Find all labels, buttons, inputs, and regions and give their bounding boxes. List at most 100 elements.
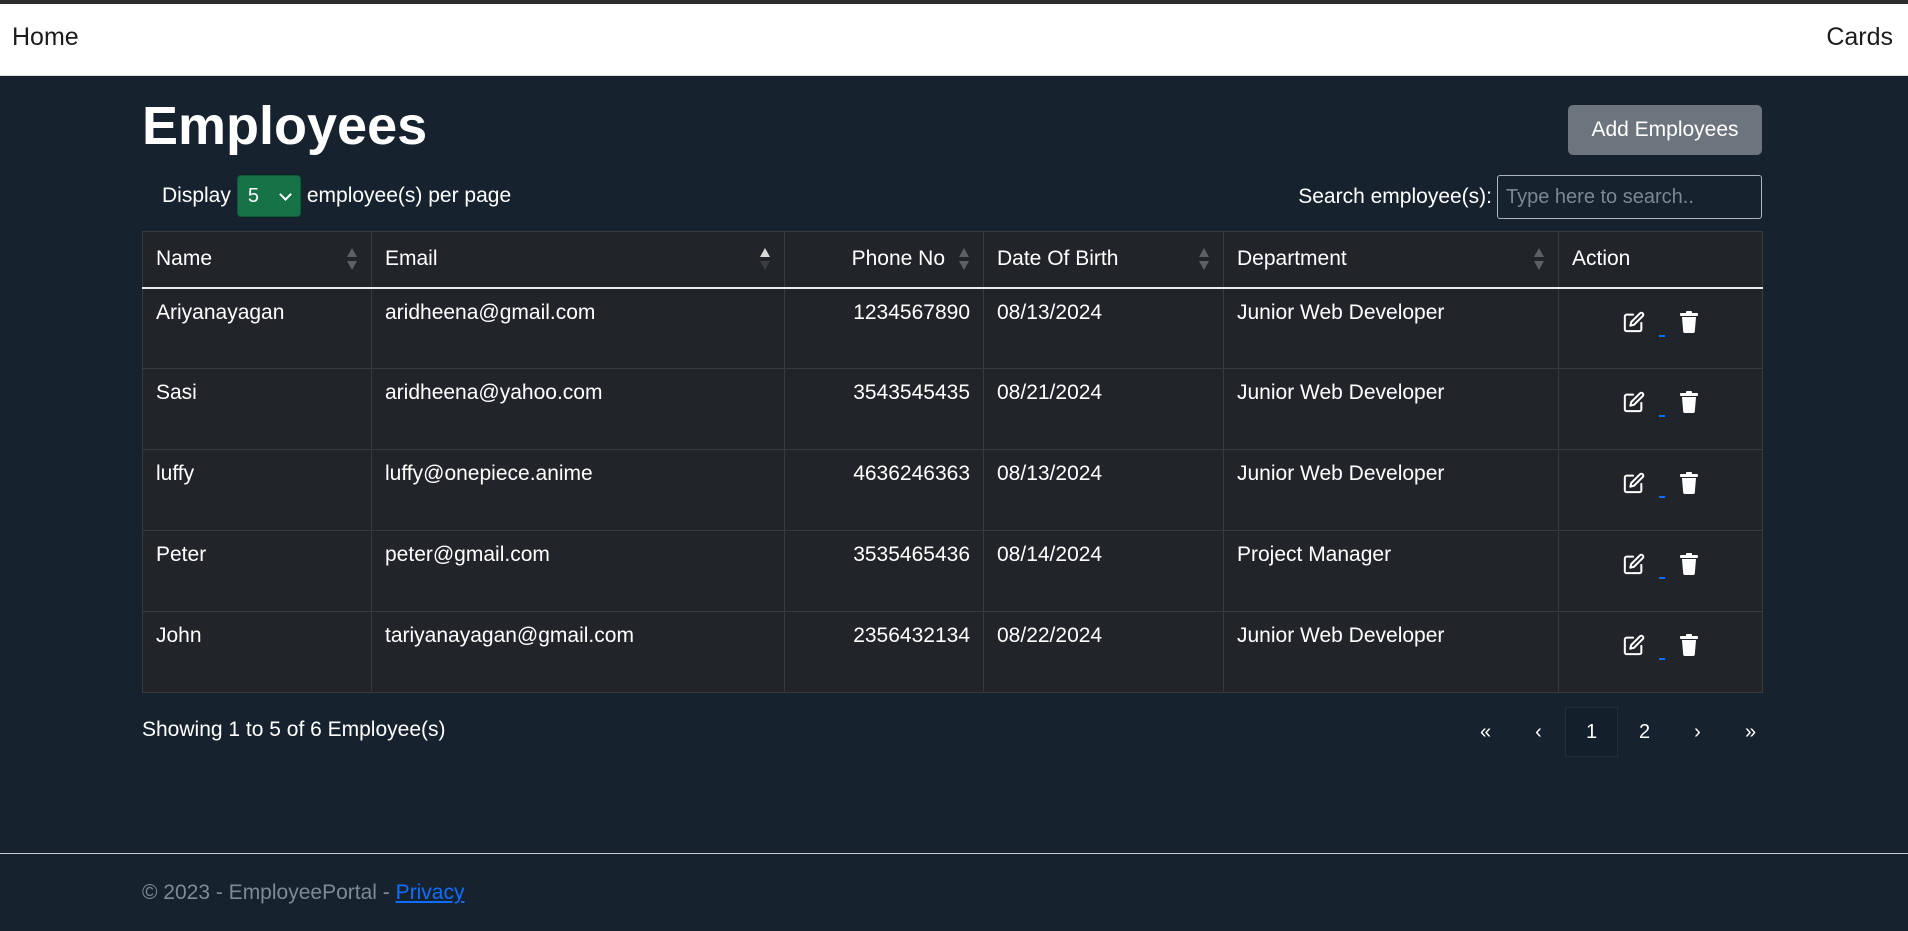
per-page-select[interactable]: 5	[236, 175, 301, 217]
link-underline	[1658, 658, 1665, 660]
row-actions	[1572, 624, 1749, 662]
table-row: Sasi aridheena@yahoo.com 3543545435 08/21/2…	[142, 368, 1763, 450]
pagination-page-2[interactable]: 2	[1618, 707, 1671, 757]
privacy-link[interactable]: Privacy	[396, 881, 465, 904]
search-input[interactable]	[1497, 175, 1762, 219]
cell-name: Peter	[142, 530, 372, 612]
cell-department: Junior Web Developer	[1223, 611, 1559, 693]
trash-icon	[1679, 391, 1699, 419]
edit-button[interactable]	[1623, 553, 1665, 581]
cell-name: luffy	[142, 449, 372, 531]
pagination-prev-button[interactable]: ‹	[1512, 707, 1565, 757]
delete-button[interactable]	[1679, 391, 1699, 419]
cell-actions	[1558, 287, 1763, 369]
row-actions	[1572, 381, 1749, 419]
cell-phone: 4636246363	[784, 449, 984, 531]
cell-actions	[1558, 530, 1763, 612]
column-header-label: Department	[1237, 247, 1347, 271]
cell-email: peter@gmail.com	[371, 530, 785, 612]
delete-button[interactable]	[1679, 310, 1699, 339]
employees-table: Name Email Phone No Date Of Birth Depart…	[142, 231, 1763, 693]
per-page-suffix: employee(s) per page	[306, 184, 512, 207]
column-header-label: Action	[1572, 247, 1631, 271]
trash-icon	[1679, 310, 1699, 339]
table-header-row: Name Email Phone No Date Of Birth Depart…	[142, 231, 1763, 289]
column-header-label: Date Of Birth	[997, 247, 1119, 271]
table-row: Ariyanayagan aridheena@gmail.com 123456789…	[142, 287, 1763, 369]
edit-button[interactable]	[1623, 472, 1665, 500]
column-header-label: Email	[385, 247, 438, 271]
cell-actions	[1558, 611, 1763, 693]
delete-button[interactable]	[1679, 472, 1699, 500]
edit-icon	[1623, 553, 1645, 581]
per-page-value: 5	[247, 184, 259, 207]
cell-department: Project Manager	[1223, 530, 1559, 612]
edit-button[interactable]	[1623, 634, 1665, 662]
row-actions	[1572, 301, 1749, 339]
cell-department: Junior Web Developer	[1223, 368, 1559, 450]
link-underline	[1658, 415, 1665, 417]
cell-actions	[1558, 368, 1763, 450]
cell-name: Sasi	[142, 368, 372, 450]
pagination-page-1[interactable]: 1	[1565, 707, 1618, 757]
cell-phone: 3535465436	[784, 530, 984, 612]
link-underline	[1658, 577, 1665, 579]
search-label: Search employee(s):	[1298, 185, 1492, 208]
column-header-label: Phone No	[851, 247, 945, 271]
link-underline	[1658, 496, 1665, 498]
column-header-label: Name	[156, 247, 213, 271]
delete-button[interactable]	[1679, 553, 1699, 581]
cell-email: aridheena@yahoo.com	[371, 368, 785, 450]
footer-divider	[0, 853, 1908, 854]
link-underline	[1658, 334, 1665, 337]
column-header-phone[interactable]: Phone No	[784, 231, 984, 289]
cell-dob: 08/22/2024	[983, 611, 1224, 693]
edit-icon	[1623, 311, 1645, 339]
column-header-action: Action	[1558, 231, 1763, 289]
column-header-dob[interactable]: Date Of Birth	[983, 231, 1224, 289]
cell-department: Junior Web Developer	[1223, 449, 1559, 531]
row-actions	[1572, 543, 1749, 581]
cell-dob: 08/21/2024	[983, 368, 1224, 450]
cell-department: Junior Web Developer	[1223, 287, 1559, 369]
footer-copyright: © 2023 - EmployeePortal -	[142, 881, 396, 904]
column-header-email[interactable]: Email	[371, 231, 785, 289]
cell-phone: 2356432134	[784, 611, 984, 693]
cell-name: Ariyanayagan	[142, 287, 372, 369]
pagination-last-button[interactable]: »	[1724, 707, 1777, 757]
sort-icon	[1534, 248, 1544, 271]
delete-button[interactable]	[1679, 634, 1699, 662]
edit-button[interactable]	[1623, 391, 1665, 419]
app-frame: Home Cards Employees Add Employees Displ…	[0, 4, 1908, 931]
nav-cards-link[interactable]: Cards	[1826, 23, 1893, 52]
cell-phone: 3543545435	[784, 368, 984, 450]
row-actions	[1572, 462, 1749, 500]
page-title: Employees	[142, 96, 428, 156]
table-row: Peter peter@gmail.com 3535465436 08/14/2024…	[142, 530, 1763, 612]
cell-dob: 08/13/2024	[983, 287, 1224, 369]
footer: © 2023 - EmployeePortal - Privacy	[142, 881, 464, 905]
cell-dob: 08/14/2024	[983, 530, 1224, 612]
nav-home-link[interactable]: Home	[12, 23, 79, 52]
add-employees-button[interactable]: Add Employees	[1568, 105, 1762, 155]
pagination-next-button[interactable]: ›	[1671, 707, 1724, 757]
trash-icon	[1679, 472, 1699, 500]
chevron-down-icon	[278, 187, 292, 201]
search-control: Search employee(s):	[1298, 175, 1762, 219]
cell-actions	[1558, 449, 1763, 531]
sort-icon	[959, 248, 969, 271]
cell-dob: 08/13/2024	[983, 449, 1224, 531]
top-navbar: Home Cards	[0, 4, 1908, 76]
cell-name: John	[142, 611, 372, 693]
column-header-department[interactable]: Department	[1223, 231, 1559, 289]
table-row: luffy luffy@onepiece.anime 4636246363 08/13…	[142, 449, 1763, 531]
cell-phone: 1234567890	[784, 287, 984, 369]
trash-icon	[1679, 634, 1699, 662]
sort-asc-icon	[760, 248, 770, 271]
edit-button[interactable]	[1623, 311, 1665, 339]
pagination-first-button[interactable]: «	[1459, 707, 1512, 757]
pagination: « ‹ 1 2 › »	[1459, 707, 1777, 757]
edit-icon	[1623, 472, 1645, 500]
column-header-name[interactable]: Name	[142, 231, 372, 289]
sort-icon	[347, 248, 357, 271]
